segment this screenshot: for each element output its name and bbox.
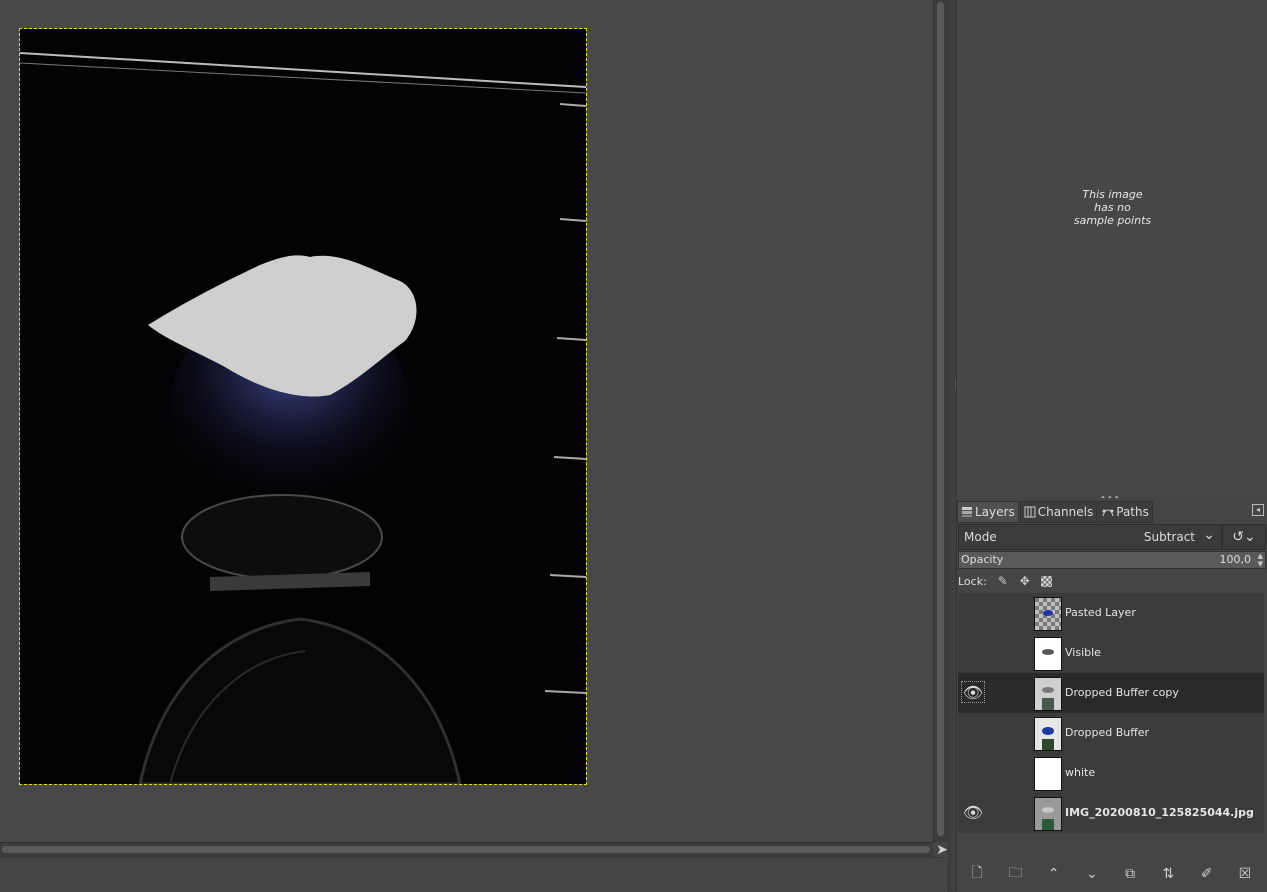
lock-row: Lock: ✎ ✥ xyxy=(958,572,1061,590)
vertical-scrollbar[interactable] xyxy=(933,0,948,842)
layer-name[interactable]: Pasted Layer xyxy=(1065,606,1136,619)
visibility-toggle[interactable] xyxy=(962,762,984,782)
layer-row[interactable]: Visible xyxy=(958,633,1264,673)
mode-value: Subtract xyxy=(1143,530,1195,544)
delete-layer-icon[interactable]: ☒ xyxy=(1234,864,1256,884)
mode-reset-button[interactable]: ↺⌄ xyxy=(1222,524,1266,550)
lock-alpha-icon[interactable] xyxy=(1039,573,1055,589)
layer-name[interactable]: white xyxy=(1065,766,1095,779)
layer-mask-icon[interactable]: ✐ xyxy=(1196,864,1218,884)
layer-name[interactable]: IMG_20200810_125825044.jpg xyxy=(1065,806,1254,819)
duplicate-layer-icon[interactable]: ⧉ xyxy=(1119,864,1141,884)
tab-channels[interactable]: Channels xyxy=(1019,501,1098,523)
lock-pixels-icon[interactable]: ✎ xyxy=(995,573,1011,589)
canvas-area[interactable] xyxy=(0,0,933,842)
lock-position-icon[interactable]: ✥ xyxy=(1017,573,1033,589)
merge-layer-icon[interactable]: ⇅ xyxy=(1157,864,1179,884)
layer-thumbnail xyxy=(1034,637,1062,671)
vertical-scroll-thumb[interactable] xyxy=(937,2,944,836)
spin-arrows-icon[interactable]: ▲ ▼ xyxy=(1258,552,1263,568)
layer-name[interactable]: Dropped Buffer xyxy=(1065,726,1149,739)
new-layer-icon[interactable]: 🗋 xyxy=(966,864,988,884)
layer-name[interactable]: Dropped Buffer copy xyxy=(1065,686,1179,699)
layers-bottom-toolbar: 🗋 🗀 ⌃ ⌄ ⧉ ⇅ ✐ ☒ xyxy=(958,863,1264,885)
lock-label: Lock: xyxy=(958,574,987,588)
horizontal-scrollbar[interactable] xyxy=(0,842,933,857)
opacity-label: Opacity xyxy=(961,553,1004,566)
layer-row[interactable]: white xyxy=(958,753,1264,793)
image-canvas[interactable] xyxy=(19,28,587,785)
layer-row[interactable]: Pasted Layer xyxy=(958,593,1264,633)
opacity-slider[interactable]: Opacity 100,0 ▲ ▼ xyxy=(958,551,1266,569)
layers-icon xyxy=(961,506,973,518)
layers-panel: Layers Channels Paths ◂ Mode Subtract ⌄ … xyxy=(956,498,1267,891)
raise-layer-icon[interactable]: ⌃ xyxy=(1043,864,1065,884)
visibility-toggle[interactable] xyxy=(962,642,984,662)
chevron-down-icon: ⌄ xyxy=(1203,527,1215,543)
new-layer-group-icon[interactable]: 🗀 xyxy=(1004,864,1026,884)
checker-icon xyxy=(1041,575,1053,587)
lower-layer-icon[interactable]: ⌄ xyxy=(1081,864,1103,884)
mode-label: Mode xyxy=(964,530,997,544)
paths-icon xyxy=(1102,506,1114,518)
horizontal-scroll-thumb[interactable] xyxy=(2,846,930,853)
layer-row[interactable]: Dropped Buffer xyxy=(958,713,1264,753)
eye-icon[interactable]: 👁 xyxy=(962,802,984,822)
tab-layers[interactable]: Layers xyxy=(957,501,1019,523)
layer-thumbnail xyxy=(1034,597,1062,631)
dock-tabs: Layers Channels Paths xyxy=(957,501,1154,523)
sample-points-panel: This image has no sample points xyxy=(956,0,1267,495)
tab-paths[interactable]: Paths xyxy=(1098,501,1153,523)
channels-icon xyxy=(1024,506,1036,518)
visibility-toggle[interactable] xyxy=(962,602,984,622)
reset-icon: ↺⌄ xyxy=(1232,529,1256,545)
layer-name[interactable]: Visible xyxy=(1065,646,1101,659)
panel-menu-icon[interactable]: ◂ xyxy=(1252,504,1264,516)
layer-thumbnail xyxy=(1034,757,1062,791)
layer-thumbnail xyxy=(1034,797,1062,831)
opacity-value: 100,0 xyxy=(1219,553,1252,566)
eye-icon[interactable]: 👁 xyxy=(961,681,985,703)
image-content xyxy=(20,29,586,784)
status-bar xyxy=(0,857,950,892)
layer-thumbnail xyxy=(1034,677,1062,711)
visibility-toggle[interactable] xyxy=(962,722,984,742)
layer-mode-dropdown[interactable]: Mode Subtract ⌄ xyxy=(958,524,1222,550)
layer-row[interactable]: 👁 Dropped Buffer copy xyxy=(958,673,1264,713)
sample-points-message: This image has no sample points xyxy=(1073,188,1152,227)
layer-row[interactable]: 👁 IMG_20200810_125825044.jpg xyxy=(958,793,1264,833)
layer-list[interactable]: Pasted Layer Visible 👁 Dropped Buffer co… xyxy=(958,593,1264,833)
layer-thumbnail xyxy=(1034,717,1062,751)
